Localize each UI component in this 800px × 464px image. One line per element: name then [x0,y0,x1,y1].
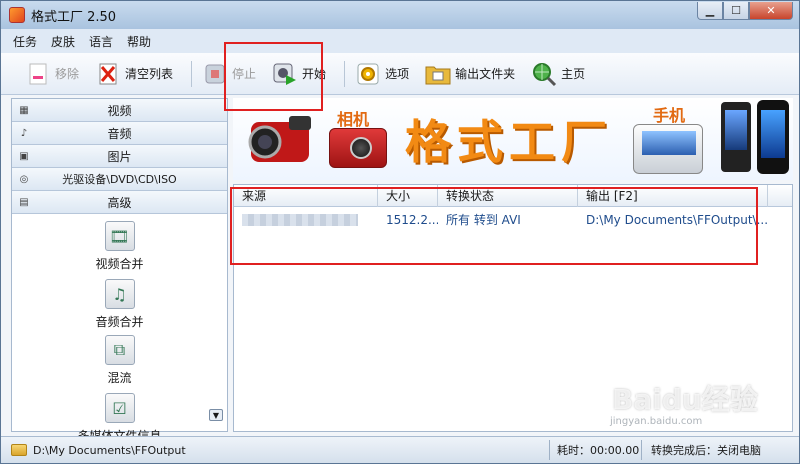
start-highlight-annotation [224,42,323,111]
left-panel: ▦ 视频 ♪ 音频 ▣ 图片 ◎ 光驱设备\DVD\CD\ISO ▤ 高级 🎞 … [11,98,228,443]
status-path-text: D:\My Documents\FFOutput [33,443,186,457]
close-button[interactable]: ✕ [749,2,793,20]
folder-icon [425,61,451,87]
menu-bar: 任务 皮肤 语言 帮助 [1,29,799,53]
tool-mux[interactable]: ⧉ 混流 [12,335,227,386]
category-video-label: 视频 [107,103,132,118]
window-title: 格式工厂 2.50 [31,9,117,25]
app-logo-icon [9,7,25,23]
status-output-path[interactable]: D:\My Documents\FFOutput [11,440,186,460]
watermark-url: jingyan.baidu.com [610,416,703,427]
film-reel-icon: 🎞 [104,221,135,251]
menu-task[interactable]: 任务 [13,33,37,50]
toolbar: 移除 清空列表 停止 开始 选项 输出文件夹 主页 [1,53,799,95]
clear-list-button[interactable]: 清空列表 [91,58,177,90]
checklist-icon: ☑ [104,393,135,423]
status-elapsed: 耗时：00:00.00 [557,444,640,457]
window-controls: ▁ ☐ ✕ [697,2,793,20]
clear-list-label: 清空列表 [125,67,174,81]
disc-icon: ◎ [19,173,29,185]
homepage-button[interactable]: 主页 [527,58,589,90]
tool-mux-label: 混流 [107,371,132,385]
title-bar[interactable]: 格式工厂 2.50 ▁ ☐ ✕ [1,1,799,29]
phone-image [757,100,789,174]
clear-list-icon [95,61,121,87]
menu-skin[interactable]: 皮肤 [51,33,75,50]
film-icon: ▦ [19,104,29,116]
gear-icon [355,61,381,87]
category-advanced-label: 高级 [107,195,132,210]
status-separator [641,440,642,460]
options-button[interactable]: 选项 [351,58,413,90]
phone-image [633,124,703,174]
camcorder-image [248,116,311,162]
category-disc-label: 光驱设备\DVD\CD\ISO [62,173,177,186]
banner-title: 格式工厂 [405,115,613,169]
homepage-label: 主页 [561,67,586,81]
audio-file-icon: ♫ [104,279,135,309]
mux-icon: ⧉ [104,335,135,365]
remove-button[interactable]: 移除 [21,58,83,90]
menu-language[interactable]: 语言 [89,33,113,50]
toolbar-separator [344,60,346,87]
advanced-tools-list: 🎞 视频合并 ♫ 音频合并 ⧉ 混流 ☑ 多媒体文件信息 ▼ [12,215,227,443]
menu-help[interactable]: 帮助 [127,33,151,50]
remove-label: 移除 [55,67,80,81]
status-bar: D:\My Documents\FFOutput 耗时：00:00.00 转换完… [1,436,799,463]
globe-search-icon [531,61,557,87]
camera-label: 相机 [337,110,370,129]
status-separator [549,440,550,460]
table-highlight-annotation [230,187,758,265]
after-done-text: 转换完成后：关闭电脑 [651,444,761,457]
advanced-icon: ▤ [19,196,29,208]
tool-video-merge-label: 视频合并 [95,257,144,271]
phone-label: 手机 [653,106,686,125]
phone-image [721,102,751,172]
category-image[interactable]: ▣ 图片 [12,145,227,168]
document-remove-icon [25,61,51,87]
status-after-done[interactable]: 转换完成后：关闭电脑 [651,440,761,460]
watermark-brand: Baidu经验 [612,383,758,416]
tool-audio-merge-label: 音频合并 [95,315,144,329]
options-label: 选项 [385,67,410,81]
image-icon: ▣ [19,150,29,162]
folder-icon [11,444,27,456]
tool-video-merge[interactable]: 🎞 视频合并 [12,221,227,272]
category-image-label: 图片 [107,149,132,164]
minimize-button[interactable]: ▁ [697,2,723,20]
camera-image [329,128,387,168]
category-disc[interactable]: ◎ 光驱设备\DVD\CD\ISO [12,168,227,191]
category-audio[interactable]: ♪ 音频 [12,122,227,145]
category-video[interactable]: ▦ 视频 [12,99,227,122]
category-advanced[interactable]: ▤ 高级 [12,191,227,214]
category-audio-label: 音频 [107,126,132,141]
maximize-button[interactable]: ☐ [723,2,749,20]
toolbar-separator [191,60,193,87]
output-folder-button[interactable]: 输出文件夹 [421,58,519,90]
scroll-down-button[interactable]: ▼ [209,409,223,421]
output-folder-label: 输出文件夹 [455,67,516,81]
tool-audio-merge[interactable]: ♫ 音频合并 [12,279,227,330]
music-note-icon: ♪ [20,127,28,139]
